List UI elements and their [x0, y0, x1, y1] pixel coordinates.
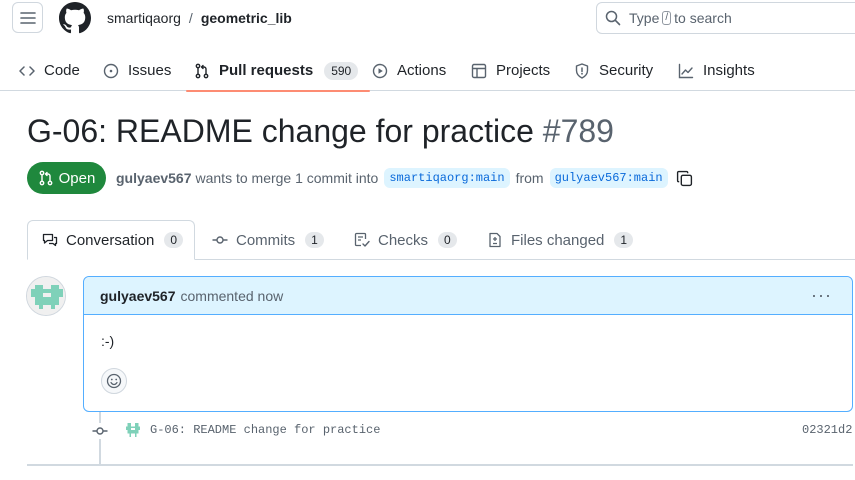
comment-header: gulyaev567 commented now — [84, 277, 852, 315]
owner-link[interactable]: smartiqaorg — [107, 10, 181, 26]
pull-requests-count: 590 — [324, 61, 359, 80]
repo-nav-security[interactable]: Security — [574, 50, 653, 91]
search-input[interactable]: Type / to search — [596, 2, 855, 34]
pr-title-text: G-06: README change for practice — [27, 113, 534, 149]
pr-number: #789 — [542, 113, 614, 149]
copy-icon[interactable] — [676, 170, 693, 187]
repo-nav-code[interactable]: Code — [19, 50, 80, 91]
pr-title: G-06: README change for practice #789 — [27, 113, 614, 150]
tab-conversation[interactable]: Conversation 0 — [27, 220, 195, 260]
repo-nav-pull-requests-label: Pull requests — [219, 62, 314, 79]
hamburger-icon — [19, 11, 36, 24]
checklist-icon — [354, 232, 370, 247]
merge-text: wants to merge 1 commit into — [195, 170, 379, 186]
search-placeholder-pre: Type — [629, 10, 660, 26]
file-diff-icon — [489, 232, 501, 248]
menu-button[interactable] — [12, 2, 43, 33]
search-icon — [605, 10, 621, 26]
repo-nav-actions-label: Actions — [397, 62, 447, 79]
pr-state-badge: Open — [27, 162, 106, 194]
base-branch[interactable]: smartiqaorg:main — [384, 168, 510, 188]
graph-icon — [678, 63, 694, 78]
tab-conversation-count: 0 — [164, 232, 184, 248]
search-placeholder-post: to search — [674, 10, 732, 26]
repo-nav-insights-label: Insights — [703, 62, 755, 79]
commit-sha-link[interactable]: 02321d2 — [802, 423, 852, 437]
comment-discussion-icon — [42, 233, 58, 247]
commit-message-link[interactable]: G-06: README change for practice — [150, 423, 380, 437]
comment-body: :-) — [101, 333, 115, 349]
repo-nav-issues-label: Issues — [128, 62, 172, 79]
tab-checks-label: Checks — [378, 231, 429, 249]
tab-commits[interactable]: Commits 1 — [212, 220, 324, 260]
comment-author-link[interactable]: gulyaev567 — [100, 288, 176, 304]
repo-nav-code-label: Code — [44, 62, 80, 79]
code-icon — [19, 65, 35, 76]
tab-commits-label: Commits — [236, 231, 296, 249]
git-commit-icon — [212, 236, 228, 244]
pr-author-link[interactable]: gulyaev567 — [116, 170, 192, 186]
search-shortcut-key: / — [662, 11, 672, 25]
commit-author-avatar[interactable] — [124, 421, 142, 439]
breadcrumb: smartiqaorg / geometric_lib — [107, 10, 292, 26]
repo-nav-projects-label: Projects — [496, 62, 551, 79]
tab-commits-count: 1 — [305, 232, 324, 248]
tab-files-changed[interactable]: Files changed 1 — [487, 220, 634, 260]
play-icon — [372, 63, 388, 78]
repo-link[interactable]: geometric_lib — [201, 10, 292, 26]
git-pull-request-icon — [39, 170, 53, 186]
git-pull-request-icon — [195, 63, 209, 78]
shield-icon — [575, 62, 589, 79]
comment-box: gulyaev567 commented now ··· :-) — [83, 276, 853, 412]
repo-nav-actions[interactable]: Actions — [372, 50, 446, 91]
repo-nav-insights[interactable]: Insights — [678, 50, 755, 91]
pr-tabs: Conversation 0 Commits 1 Checks 0 Files … — [0, 220, 855, 260]
git-commit-icon — [92, 423, 108, 439]
smiley-icon — [106, 373, 122, 389]
table-icon — [471, 63, 487, 78]
add-reaction-button[interactable] — [101, 368, 127, 394]
avatar[interactable] — [26, 276, 66, 316]
from-text: from — [515, 170, 544, 186]
repo-nav-pull-requests[interactable]: Pull requests 590 — [185, 50, 371, 92]
pr-meta: gulyaev567 wants to merge 1 commit into … — [116, 168, 693, 188]
tab-conversation-label: Conversation — [66, 231, 155, 249]
repo-nav-security-label: Security — [599, 62, 654, 79]
repo-nav: Code Issues Pull requests 590 Actions Pr… — [0, 50, 855, 92]
tab-files-changed-count: 1 — [614, 232, 634, 248]
repo-nav-projects[interactable]: Projects — [471, 50, 550, 91]
timeline-divider — [27, 464, 853, 466]
tab-checks[interactable]: Checks 0 — [354, 220, 457, 260]
head-branch[interactable]: gulyaev567:main — [549, 168, 668, 188]
comment-options-icon[interactable]: ··· — [811, 285, 832, 306]
pr-state-label: Open — [58, 169, 96, 187]
breadcrumb-separator: / — [188, 10, 193, 26]
repo-nav-issues[interactable]: Issues — [103, 50, 171, 91]
tab-files-changed-label: Files changed — [511, 231, 605, 249]
issue-opened-icon — [103, 63, 119, 78]
comment-timestamp[interactable]: commented now — [181, 288, 284, 304]
tab-checks-count: 0 — [438, 232, 457, 248]
github-logo-icon[interactable] — [59, 2, 91, 34]
